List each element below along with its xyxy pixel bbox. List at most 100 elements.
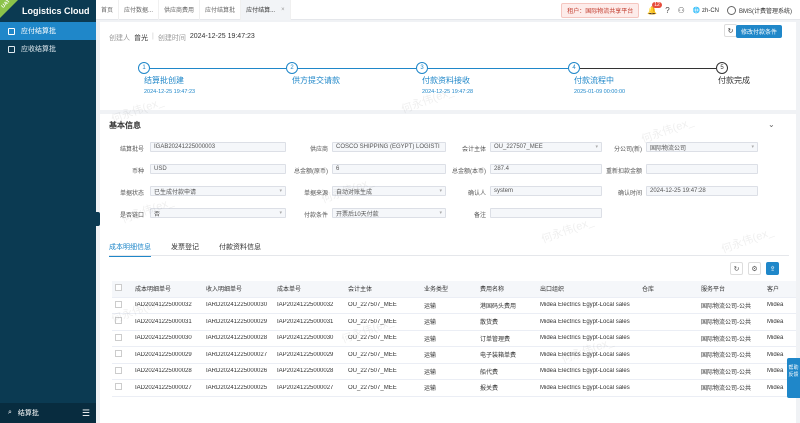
chevron-down-icon[interactable]: ⌄	[768, 120, 775, 129]
remark-label: 备注	[473, 213, 486, 219]
settings-button[interactable]: ⚙	[748, 262, 761, 275]
document-icon	[8, 27, 15, 35]
row-checkbox[interactable]	[115, 350, 122, 358]
row-checkbox[interactable]	[115, 333, 122, 341]
table-row[interactable]: IAD20241225000032 IARD20241225000030 IAP20…	[112, 298, 796, 314]
table-cell: Midea Electrics Egypt-Local sales	[540, 384, 630, 391]
step-connector	[580, 68, 716, 69]
tab-home[interactable]: 首页	[96, 0, 120, 20]
sidebar: UAT Logistics Cloud 应付结算批 应收结算批 ⌕ 结算批 ☰	[0, 0, 96, 423]
table-cell: OU_227507_MEE	[348, 368, 397, 375]
table-cell: 国际物流公司-公共	[701, 369, 751, 376]
help-icon[interactable]: ?	[665, 6, 669, 15]
table-cell: IAD20241225000028	[135, 368, 192, 375]
table-cell: IAP20241225000032	[277, 302, 334, 309]
tab-payable-batch[interactable]: 应付结算批	[200, 0, 242, 20]
row-checkbox[interactable]	[115, 300, 122, 308]
cost-details-table: 成本明细单号 收入明细单号 成本单号 会计主体 业务类型 费用名称 出口组织 仓…	[112, 281, 796, 397]
table-cell: 国际物流公司-公共	[701, 320, 751, 327]
table-cell: 国际物流公司-公共	[701, 386, 751, 393]
select-all-checkbox[interactable]	[115, 284, 122, 292]
help-feedback-button[interactable]: 帮助反馈	[787, 358, 800, 398]
table-cell: 运输	[424, 320, 437, 327]
table-cell: Midea Electrics Egypt-Local sales	[540, 351, 630, 358]
remark-field[interactable]	[490, 208, 602, 218]
tab-payable-data[interactable]: 应付数据...	[119, 0, 160, 20]
section-divider	[100, 110, 796, 114]
row-checkbox[interactable]	[115, 383, 122, 391]
refresh-button[interactable]: ↻	[730, 262, 743, 275]
table-cell: IAP20241225000028	[277, 368, 334, 375]
language-switch[interactable]: 🌐 zh-CN	[693, 7, 719, 14]
tenant-badge[interactable]: 租户：国际物流共享平台	[561, 2, 640, 18]
main-content: 创建人 曾光 | 创建时间 2024-12-25 19:47:23 ↻ 修改付款条件 …	[100, 22, 796, 423]
table-cell: IAP20241225000029	[277, 351, 334, 358]
table-cell: Midea Electrics Egypt-Local sales	[540, 302, 630, 309]
confirm-time-field: 2024-12-25 19:47:28	[646, 186, 758, 196]
chevron-down-icon: ▾	[279, 188, 282, 194]
table-row[interactable]: IAD20241225000030 IARD20241225000028 IAP20…	[112, 331, 796, 347]
basic-info-title: 基本信息	[109, 121, 141, 130]
table-body: IAD20241225000032 IARD20241225000030 IAP20…	[112, 298, 796, 397]
menu-icon[interactable]: ☰	[82, 408, 90, 419]
row-checkbox[interactable]	[115, 317, 122, 325]
table-cell: OU_227507_MEE	[348, 335, 397, 342]
table-cell: 运输	[424, 303, 437, 310]
table-cell: IARD20241225000030	[206, 302, 268, 309]
step-connector	[298, 68, 416, 69]
tab-supplier-fees[interactable]: 供应商费用	[159, 0, 201, 20]
pay-terms-select[interactable]: 开票后10天付款 ▾	[332, 208, 446, 218]
linked-select[interactable]: 否 ▾	[150, 208, 286, 218]
table-cell: IAP20241225000031	[277, 318, 334, 325]
accounting-label: 会计主体	[461, 147, 486, 153]
source-select[interactable]: 自动对账生成 ▾	[332, 186, 446, 196]
creator-info: 创建人 曾光 | 创建时间 2024-12-25 19:47:23	[109, 33, 255, 42]
table-cell: OU_227507_MEE	[348, 384, 397, 391]
sidebar-search[interactable]: ⌕ 结算批 ☰	[0, 403, 96, 423]
modify-payment-terms-button[interactable]: 修改付款条件	[736, 25, 783, 38]
batch-no-field: IGAB20241225000003	[150, 142, 286, 152]
table-cell: IARD20241225000025	[206, 384, 268, 391]
table-cell: IARD20241225000028	[206, 335, 268, 342]
batch-no-label: 结算批号	[119, 147, 144, 153]
gear-icon: ⚙	[751, 265, 758, 273]
close-icon[interactable]: ×	[281, 7, 285, 13]
refresh-icon: ↻	[727, 27, 734, 35]
table-cell: Midea Electrics Egypt-Local sales	[540, 368, 630, 375]
sidebar-item-payable-batch[interactable]: 应付结算批	[0, 22, 96, 40]
confirmer-field: system	[490, 186, 602, 196]
env-badge: UAT	[0, 0, 18, 18]
step-connector	[150, 68, 286, 69]
sidebar-item-receivable-batch[interactable]: 应收结算批	[0, 40, 96, 58]
table-cell: IAD20241225000027	[135, 384, 192, 391]
table-row[interactable]: IAD20241225000028 IARD20241225000026 IAP20…	[112, 364, 796, 380]
tab-payable-batch-detail[interactable]: 应付结算... ×	[241, 0, 291, 20]
table-cell: 国际物流公司-公共	[701, 303, 751, 310]
branch-select[interactable]: 国际物流公司 ▾	[646, 142, 758, 152]
step-connector	[428, 68, 568, 69]
export-button[interactable]: ⇪	[766, 262, 779, 275]
user-menu[interactable]: BMS(计费管理系统)	[727, 5, 792, 15]
search-icon: ⌕	[8, 409, 12, 416]
total-orig-label: 总金额(原币)	[294, 169, 328, 175]
status-select[interactable]: 已生成付款申请 ▾	[150, 186, 286, 196]
table-cell: IARD20241225000027	[206, 351, 268, 358]
bell-icon[interactable]: 🔔 12	[647, 1, 662, 15]
deduct-field	[646, 164, 758, 174]
table-row[interactable]: IAD20241225000031 IARD20241225000029 IAP20…	[112, 314, 796, 331]
brand: UAT Logistics Cloud	[0, 0, 96, 22]
row-checkbox[interactable]	[115, 366, 122, 374]
table-cell: IARD20241225000029	[206, 318, 268, 325]
table-cell: 港国码头费用	[480, 303, 517, 310]
status-label: 单据状态	[119, 191, 144, 197]
table-row[interactable]: IAD20241225000027 IARD20241225000025 IAP20…	[112, 380, 796, 397]
table-cell: 船代费	[480, 369, 499, 376]
table-cell: Midea	[767, 302, 784, 309]
step-4: 4 付款流程中 2025-01-09 00:00:00	[568, 62, 625, 95]
table-row[interactable]: IAD20241225000029 IARD20241225000027 IAP20…	[112, 347, 796, 364]
table-cell: IAD20241225000030	[135, 335, 192, 342]
user-settings-icon[interactable]: ⚇	[678, 6, 685, 15]
table-cell: 报关费	[480, 386, 499, 393]
accounting-select[interactable]: OU_227507_MEE ▾	[490, 142, 602, 152]
notification-count: 12	[652, 1, 662, 8]
